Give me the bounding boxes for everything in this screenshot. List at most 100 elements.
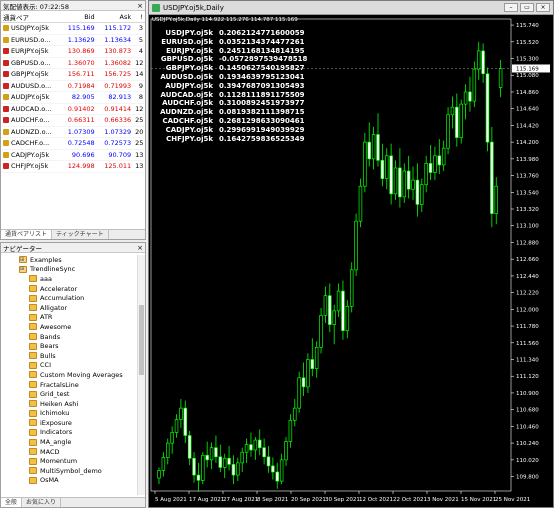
bull-candle	[349, 269, 354, 307]
market-watch-row[interactable]: CADJPY.oj5k 90.696 90.709 13	[1, 150, 145, 161]
navigator-item[interactable]: Accumulation	[1, 293, 137, 303]
bear-candle	[218, 456, 223, 468]
ask-cell: 156.725	[104, 70, 132, 79]
navigator-item[interactable]: Grid_test	[1, 389, 137, 399]
symbol-cell: AUDUSD.o...	[1, 82, 60, 90]
navigator-item[interactable]: Alligator	[1, 303, 137, 313]
market-watch-row[interactable]: GBPUSD.o... 1.36070 1.36082 12	[1, 58, 145, 69]
navigator-item[interactable]: Indicators	[1, 428, 137, 438]
ask-cell: 90.709	[108, 150, 132, 159]
bear-candle	[490, 141, 494, 214]
header-bid[interactable]: Bid	[60, 13, 97, 21]
market-watch-row[interactable]: AUDUSD.o... 0.71984 0.71993 9	[1, 81, 145, 92]
navigator-item-label: CCI	[40, 361, 51, 370]
market-watch-row[interactable]: EURJPY.oj5k 130.869 130.873 4	[1, 46, 145, 58]
market-watch-row[interactable]: USDJPY.oj5k 115.169 115.172 3	[1, 23, 145, 35]
navigator-item[interactable]: Bands	[1, 332, 137, 342]
market-watch-row[interactable]: AUDCAD.o... 0.91402 0.91414 12	[1, 104, 145, 115]
scrollbar-thumb[interactable]	[139, 305, 144, 375]
bid-cell: 115.169	[67, 24, 95, 33]
navigator-item[interactable]: Bulls	[1, 351, 137, 361]
navigator-item[interactable]: Custom Moving Averages	[1, 370, 137, 380]
navigator-item-label: aaa	[40, 274, 52, 283]
navigator-item[interactable]: MA_angle	[1, 437, 137, 447]
bear-candle	[468, 91, 472, 102]
x-tick-label: 25 Nov 2021	[495, 497, 530, 503]
bear-candle	[231, 464, 236, 476]
navigator-folder[interactable]: ⊞ Examples	[1, 255, 137, 265]
bull-candle	[288, 419, 293, 442]
close-icon[interactable]: ×	[137, 2, 143, 10]
navigator-item[interactable]: Momentum	[1, 456, 137, 466]
bull-candle	[371, 134, 376, 160]
navigator-item[interactable]: OsMA	[1, 476, 137, 486]
navigator-scrollbar[interactable]	[137, 255, 145, 495]
navigator-item-label: MultiSymbol_demo	[40, 466, 102, 475]
market-watch-row[interactable]: CADCHF.o... 0.72548 0.72573 25	[1, 138, 145, 150]
indicator-icon	[29, 457, 37, 465]
bull-candle	[174, 419, 179, 433]
y-tick-label: 110.460	[516, 424, 539, 430]
bear-candle	[485, 73, 490, 143]
navigator-item[interactable]: ATR	[1, 313, 137, 323]
bull-candle	[358, 185, 363, 222]
maximize-button[interactable]: ▭	[520, 3, 534, 12]
y-tick-label: 114.860	[516, 90, 539, 96]
navigator-item[interactable]: Accelerator	[1, 284, 137, 294]
navigator-item[interactable]: Awesome	[1, 322, 137, 332]
bull-candle	[393, 167, 398, 195]
correlation-row: CHFJPY.oj5k 0.1642759836525349	[157, 135, 307, 144]
navigator-folder[interactable]: ⊞ TrendlineSync	[1, 265, 137, 275]
close-button[interactable]: ×	[536, 3, 550, 12]
bull-candle	[420, 184, 424, 205]
bull-candle	[240, 451, 244, 464]
expand-icon[interactable]: ⊞	[20, 266, 24, 272]
tab-favorites[interactable]: お気に入り	[22, 498, 62, 507]
spread-cell: 13	[135, 150, 144, 159]
navigator-item[interactable]: Heiken Ashi	[1, 399, 137, 409]
symbol-name: USDJPY.oj5k	[11, 24, 49, 33]
navigator-item[interactable]: iExposure	[1, 418, 137, 428]
navigator-item[interactable]: FractalsLine	[1, 380, 137, 390]
symbol-cell: AUDNZD.o...	[1, 128, 60, 136]
correlation-symbol: AUDUSD.oj5k	[160, 72, 213, 81]
market-watch-row[interactable]: AUDCHF.o... 0.66311 0.66336 25	[1, 115, 145, 127]
symbol-icon	[3, 59, 9, 66]
spread-cell: 8	[138, 93, 144, 102]
navigator-item[interactable]: aaa	[1, 274, 137, 284]
correlation-row: CADCHF.oj5k 0.2681298633090461	[157, 117, 307, 126]
market-watch-row[interactable]: AUDJPY.oj5k 82.905 82.913 8	[1, 92, 145, 104]
navigator-item[interactable]: Ichimoku	[1, 409, 137, 419]
spread-cell: 25	[135, 116, 144, 125]
market-watch-row[interactable]: CHFJPY.oj5k 124.998 125.011 13	[1, 161, 145, 173]
market-watch-row[interactable]: GBPJPY.oj5k 156.711 156.725 14	[1, 69, 145, 81]
bear-candle	[455, 106, 459, 138]
header-spread[interactable]: !	[133, 13, 145, 21]
tab-symbol-list[interactable]: 通貨ペアリスト	[1, 230, 53, 239]
bull-candle	[166, 442, 170, 458]
tab-tick-chart[interactable]: ティックチャート	[52, 230, 109, 239]
navigator-item[interactable]: Bears	[1, 341, 137, 351]
y-tick-label: 111.560	[516, 341, 539, 347]
ask-cell: 1.07329	[104, 127, 132, 136]
market-watch-row[interactable]: EURUSD.o... 1.13629 1.13634 5	[1, 35, 145, 46]
bull-candle	[472, 68, 477, 102]
bull-candle	[253, 439, 258, 451]
bull-candle	[446, 114, 450, 149]
market-watch-row[interactable]: AUDNZD.o... 1.07309 1.07329 20	[1, 127, 145, 138]
navigator-item[interactable]: CCI	[1, 361, 137, 371]
navigator-item[interactable]: MultiSymbol_demo	[1, 466, 137, 476]
symbol-cell: GBPUSD.o...	[1, 59, 60, 67]
minimize-button[interactable]: –	[504, 3, 518, 12]
symbol-name: CADCHF.o...	[11, 139, 50, 148]
navigator-item[interactable]: MACD	[1, 447, 137, 457]
header-ask[interactable]: Ask	[97, 13, 134, 21]
tab-general[interactable]: 全般	[1, 498, 23, 507]
expand-icon[interactable]: ⊞	[20, 257, 24, 263]
correlation-value: 0.1642759836525349	[219, 134, 305, 143]
close-icon[interactable]: ×	[137, 244, 143, 252]
x-tick-label: 20 Sep 2021	[291, 497, 326, 503]
bear-candle	[415, 179, 420, 205]
header-symbol[interactable]: 通貨ペア	[1, 12, 60, 22]
symbol-icon	[3, 82, 9, 89]
